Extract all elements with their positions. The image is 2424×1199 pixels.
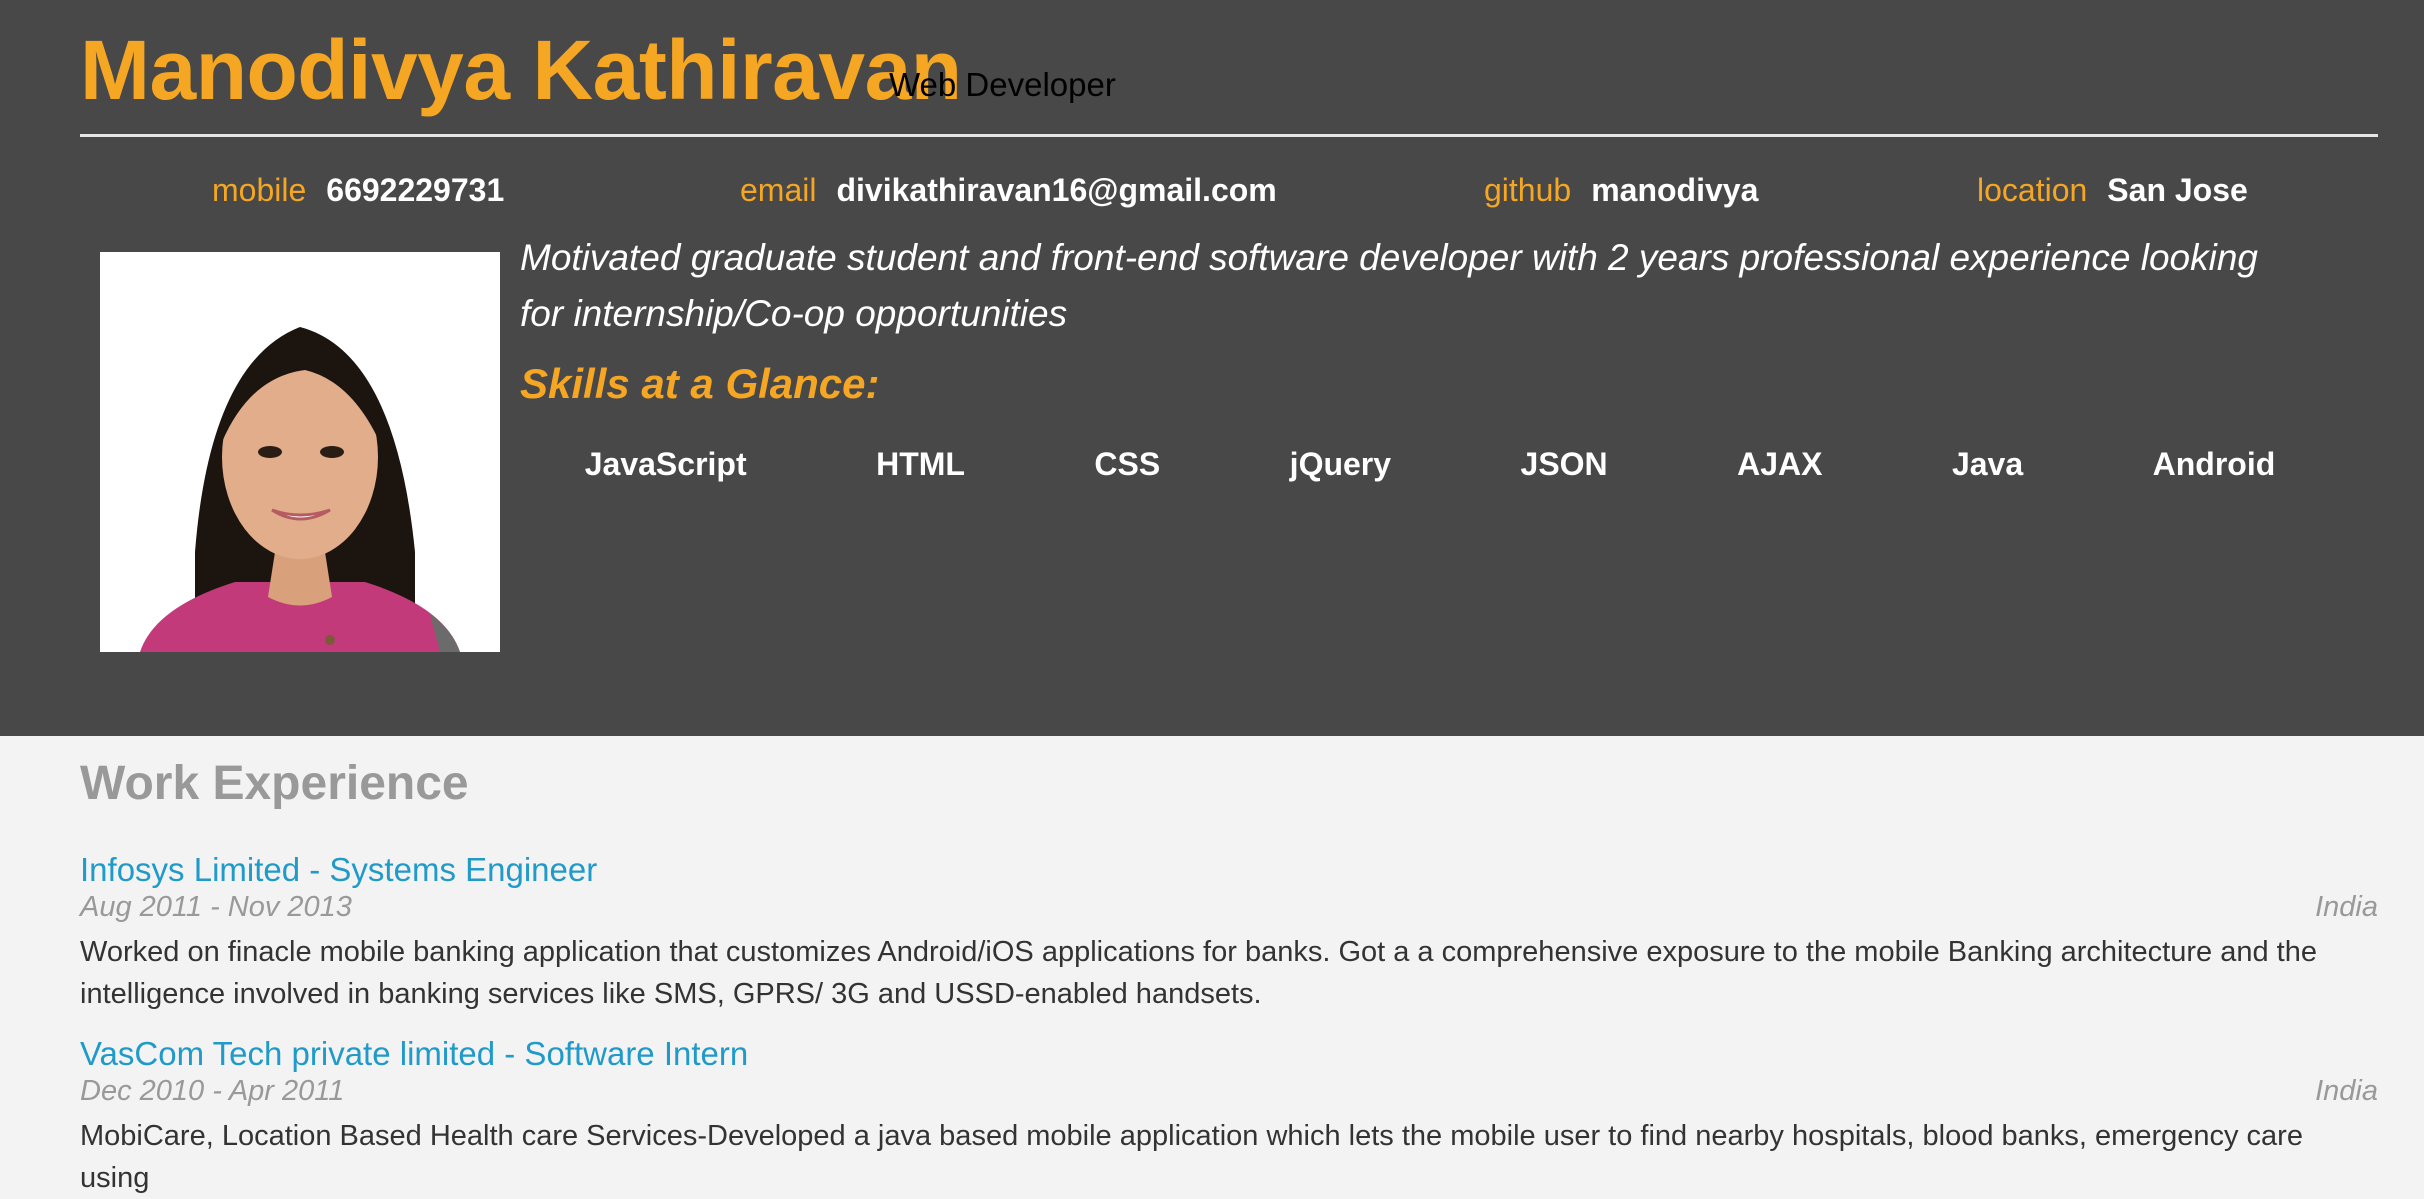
- skill-item: Android: [2152, 446, 2276, 482]
- job-title-link[interactable]: Infosys Limited - Systems Engineer: [80, 851, 597, 889]
- skills-list: JavaScript HTML CSS jQuery JSON AJAX Jav…: [520, 446, 2340, 483]
- contact-location: location San Jose: [1977, 172, 2248, 209]
- skill-item: jQuery: [1289, 446, 1392, 482]
- header-section: Manodivya Kathiravan Web Developer mobil…: [0, 0, 2424, 736]
- skill-item: Java: [1951, 446, 2024, 482]
- skill-item: AJAX: [1737, 446, 1823, 482]
- person-role: Web Developer: [889, 66, 1116, 103]
- job-location: India: [2315, 891, 2378, 923]
- portrait-image: [100, 252, 500, 652]
- contact-github: github manodivya: [1484, 172, 1758, 209]
- contact-value: San Jose: [2107, 172, 2248, 208]
- job-description: MobiCare, Location Based Health care Ser…: [80, 1120, 2303, 1194]
- skill-item: JSON: [1520, 446, 1608, 482]
- header-divider: [80, 134, 2378, 137]
- bio-text: Motivated graduate student and front-end…: [520, 237, 2258, 334]
- skills-heading: Skills at a Glance:: [520, 360, 880, 407]
- job-location: India: [2315, 1075, 2378, 1107]
- skill-item: CSS: [1094, 446, 1161, 482]
- contact-label: email: [740, 172, 817, 208]
- job-dates: Dec 2010 - Apr 2011: [80, 1075, 345, 1107]
- profile-photo: [100, 252, 500, 652]
- person-name: Manodivya Kathiravan: [80, 23, 962, 117]
- contact-label: mobile: [212, 172, 307, 208]
- job-dates: Aug 2011 - Nov 2013: [80, 891, 352, 923]
- contact-value: 6692229731: [326, 172, 505, 208]
- contact-label: github: [1484, 172, 1572, 208]
- skill-item: HTML: [876, 446, 965, 482]
- contact-mobile: mobile 6692229731: [212, 172, 504, 209]
- section-title: Work Experience: [80, 757, 469, 810]
- contact-value[interactable]: divikathiravan16@gmail.com: [836, 172, 1276, 208]
- contact-value[interactable]: manodivya: [1591, 172, 1758, 208]
- skill-item: JavaScript: [584, 446, 747, 482]
- contact-email: email divikathiravan16@gmail.com: [740, 172, 1277, 209]
- job-title-link[interactable]: VasCom Tech private limited - Software I…: [80, 1035, 748, 1073]
- contact-label: location: [1977, 172, 2088, 208]
- job-description: Worked on finacle mobile banking applica…: [80, 936, 2317, 1010]
